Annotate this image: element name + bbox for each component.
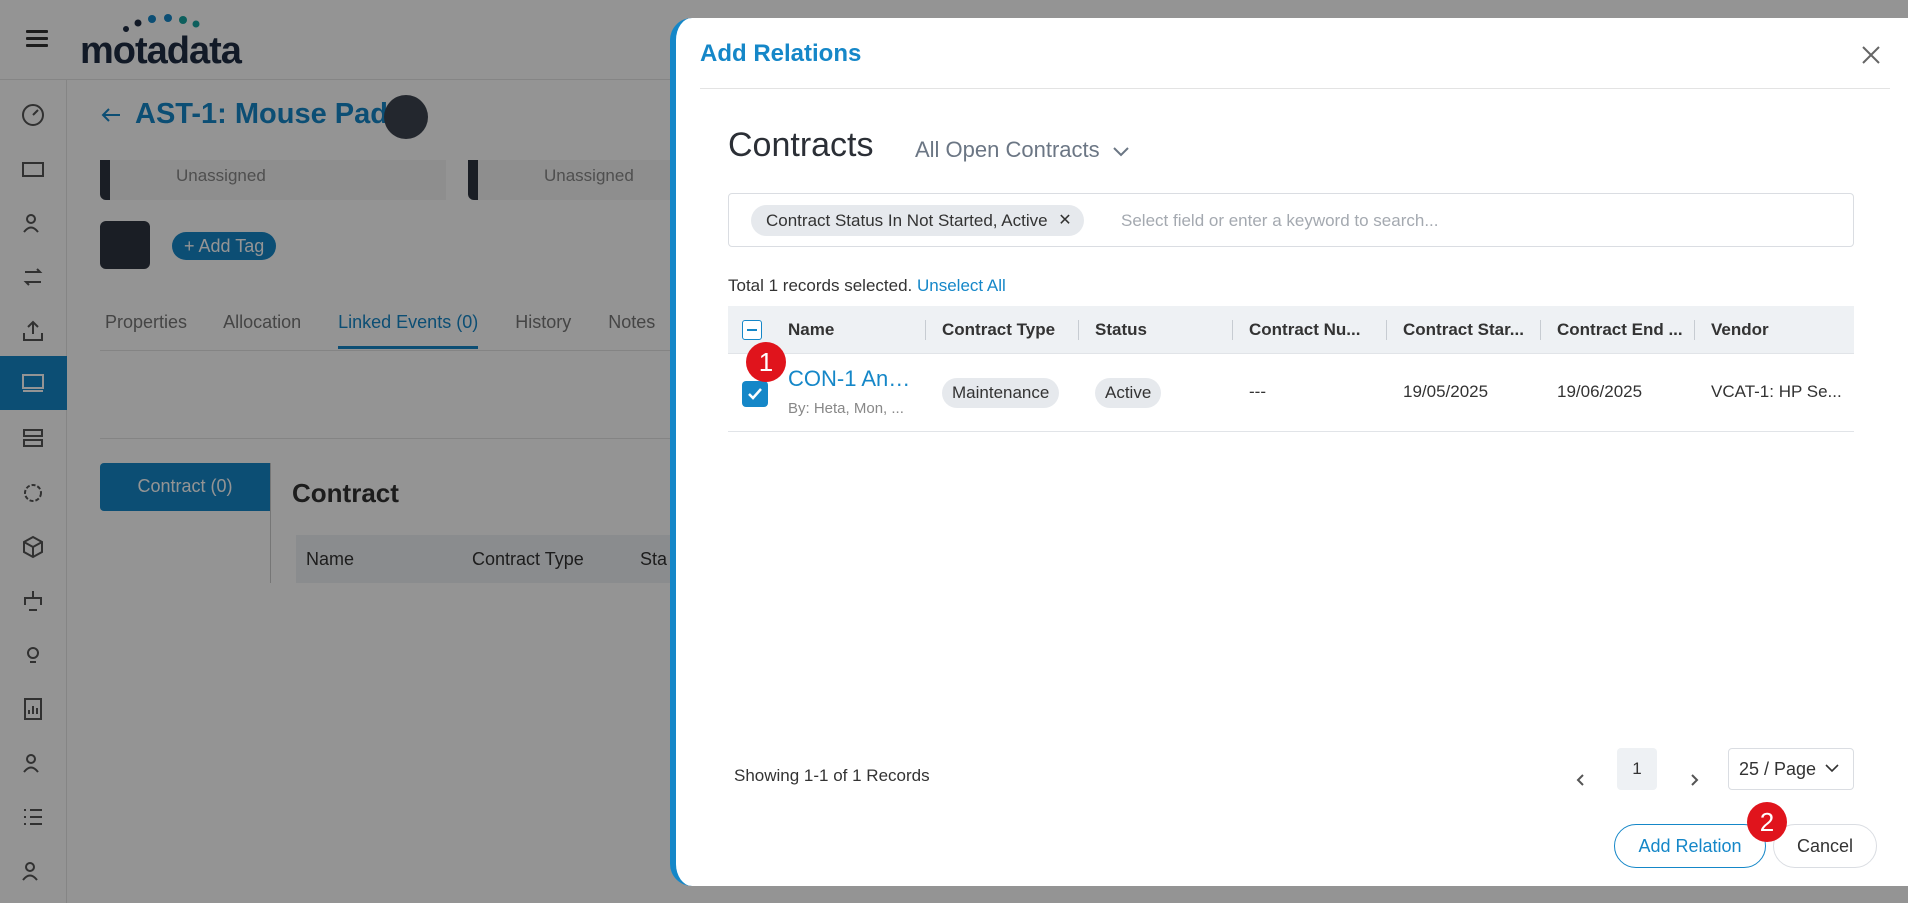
next-page-icon[interactable] — [1687, 773, 1701, 787]
contract-number: --- — [1249, 382, 1266, 401]
col-separator — [1540, 320, 1541, 340]
col-separator — [1078, 320, 1079, 340]
cancel-button[interactable]: Cancel — [1773, 824, 1877, 868]
table-header: Name Contract Type Status Contract Nu...… — [728, 306, 1854, 354]
prev-page-icon[interactable] — [1574, 773, 1588, 787]
row-checkbox[interactable] — [742, 381, 768, 407]
col-separator — [1386, 320, 1387, 340]
chevron-down-icon — [1113, 147, 1129, 157]
contract-by: By: Heta, Mon, ... — [788, 400, 904, 417]
col-contract-type[interactable]: Contract Type — [942, 320, 1078, 340]
filter-chip[interactable]: Contract Status In Not Started, Active ✕ — [751, 205, 1084, 236]
select-all-checkbox[interactable] — [742, 320, 762, 340]
col-contract-number[interactable]: Contract Nu... — [1249, 320, 1379, 340]
drawer-divider — [700, 88, 1890, 89]
col-contract-start[interactable]: Contract Star... — [1403, 320, 1539, 340]
col-contract-end[interactable]: Contract End ... — [1557, 320, 1693, 340]
col-separator — [1232, 320, 1233, 340]
selection-info: Total 1 records selected. Unselect All — [728, 276, 1006, 296]
drawer-title: Add Relations — [700, 40, 862, 67]
per-page-label: 25 / Page — [1739, 759, 1817, 779]
pagination-info: Showing 1-1 of 1 Records — [734, 766, 930, 785]
col-vendor[interactable]: Vendor — [1711, 320, 1841, 340]
vendor: VCAT-1: HP Se... — [1711, 382, 1842, 401]
close-icon[interactable] — [1860, 44, 1882, 66]
status-badge: Active — [1095, 378, 1162, 408]
filter-view-label: All Open Contracts — [915, 137, 1100, 162]
col-separator — [925, 320, 926, 340]
selection-text: Total 1 records selected. — [728, 276, 913, 295]
contracts-table: Name Contract Type Status Contract Nu...… — [728, 306, 1854, 432]
unselect-all-link[interactable]: Unselect All — [917, 276, 1006, 295]
step-badge-1: 1 — [746, 342, 786, 382]
per-page-select[interactable]: 25 / Page — [1728, 748, 1854, 790]
contract-end: 19/06/2025 — [1557, 382, 1643, 401]
search-input[interactable] — [1121, 206, 1821, 236]
contract-name-link[interactable]: CON-1 Ann... — [788, 366, 918, 392]
col-name[interactable]: Name — [788, 320, 898, 340]
add-relation-button[interactable]: Add Relation — [1614, 824, 1766, 868]
chip-remove-icon[interactable]: ✕ — [1058, 205, 1071, 236]
section-title: Contracts — [728, 126, 874, 164]
contract-start: 19/05/2025 — [1403, 382, 1489, 401]
col-separator — [1694, 320, 1695, 340]
col-status[interactable]: Status — [1095, 320, 1225, 340]
page-number[interactable]: 1 — [1617, 748, 1657, 790]
filter-chip-label: Contract Status In Not Started, Active — [766, 211, 1048, 230]
add-relations-drawer: Add Relations Contracts All Open Contrac… — [670, 18, 1908, 886]
checkmark-icon — [748, 388, 762, 400]
table-row[interactable]: CON-1 Ann... By: Heta, Mon, ... Maintena… — [728, 354, 1854, 432]
step-badge-2: 2 — [1747, 802, 1787, 842]
contract-type-pill: Maintenance — [942, 378, 1060, 408]
search-box[interactable]: Contract Status In Not Started, Active ✕ — [728, 193, 1854, 247]
chevron-down-icon — [1825, 764, 1839, 773]
filter-view-dropdown[interactable]: All Open Contracts — [915, 137, 1130, 163]
